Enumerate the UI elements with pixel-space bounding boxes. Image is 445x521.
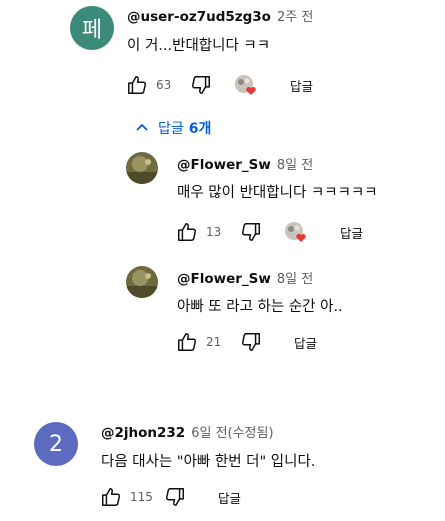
comment-author[interactable]: @user-oz7ud5zg3o <box>127 9 271 25</box>
comment-actions: 115 답글 <box>98 484 241 510</box>
reply-text: 매우 많이 반대합니다 ㅋㅋㅋㅋㅋ <box>177 185 378 201</box>
like-button[interactable] <box>174 219 200 245</box>
dislike-button[interactable] <box>188 72 214 98</box>
chevron-up-icon <box>136 123 148 131</box>
comment-text: 이 거...반대합니다 ㅋㅋ <box>127 38 271 54</box>
dislike-button[interactable] <box>162 484 188 510</box>
comment-thread-2: 2 @2jhon232 6일 전(수정됨) 다음 대사는 "아빠 한번 더" 입… <box>0 410 445 521</box>
replies-toggle-button[interactable]: 답글 6개 <box>134 118 211 138</box>
reply-button[interactable]: 답글 <box>294 333 317 352</box>
like-count: 13 <box>206 225 222 239</box>
comment-time[interactable]: 2주 전 <box>277 6 313 25</box>
like-count: 21 <box>206 335 222 349</box>
dislike-button[interactable] <box>238 329 264 355</box>
like-button[interactable] <box>174 329 200 355</box>
creator-heart-badge <box>234 74 260 96</box>
comment-time[interactable]: 6일 전(수정됨) <box>191 422 273 441</box>
reply-text: 아빠 또 라고 하는 순간 아.. <box>177 299 343 315</box>
thumbs-up-icon <box>102 488 121 506</box>
thumbs-down-icon <box>241 333 260 351</box>
creator-heart-badge <box>284 221 310 243</box>
thumbs-up-icon <box>178 223 197 241</box>
thumbs-up-icon <box>128 76 147 94</box>
thumbs-up-icon <box>178 333 197 351</box>
reply-button[interactable]: 답글 <box>340 223 363 242</box>
dislike-button[interactable] <box>238 219 264 245</box>
reply-2: @Flower_Sw 8일 전 아빠 또 라고 하는 순간 아.. 21 답글 <box>120 262 445 362</box>
avatar[interactable] <box>126 266 158 298</box>
like-count: 115 <box>130 490 153 504</box>
avatar[interactable] <box>126 152 158 184</box>
like-button[interactable] <box>124 72 150 98</box>
reply-author[interactable]: @Flower_Sw <box>177 157 271 173</box>
comment-text: 다음 대사는 "아빠 한번 더" 입니다. <box>101 454 316 470</box>
reply-button[interactable]: 답글 <box>290 76 313 95</box>
avatar[interactable]: 페 <box>70 6 114 50</box>
reply-button[interactable]: 답글 <box>218 488 241 507</box>
like-count: 63 <box>156 78 172 92</box>
thumbs-down-icon <box>191 76 210 94</box>
thumbs-down-icon <box>165 488 184 506</box>
comment-actions: 63 답글 <box>124 72 313 98</box>
reply-author[interactable]: @Flower_Sw <box>177 271 271 287</box>
reply-1: @Flower_Sw 8일 전 매우 많이 반대합니다 ㅋㅋㅋㅋㅋ 13 답글 <box>120 148 445 258</box>
replies-toggle-label: 답글 <box>158 121 184 137</box>
reply-actions: 21 답글 <box>174 329 317 355</box>
reply-actions: 13 답글 <box>174 219 363 245</box>
comment-thread-1: 페 @user-oz7ud5zg3o 2주 전 이 거...반대합니다 ㅋㅋ 6… <box>0 0 445 110</box>
reply-time[interactable]: 8일 전 <box>277 154 313 173</box>
replies-toggle-count: 6개 <box>188 121 212 137</box>
like-button[interactable] <box>98 484 124 510</box>
reply-time[interactable]: 8일 전 <box>277 268 313 287</box>
comment-author[interactable]: @2jhon232 <box>101 425 185 441</box>
avatar[interactable]: 2 <box>34 422 78 466</box>
thumbs-down-icon <box>241 223 260 241</box>
